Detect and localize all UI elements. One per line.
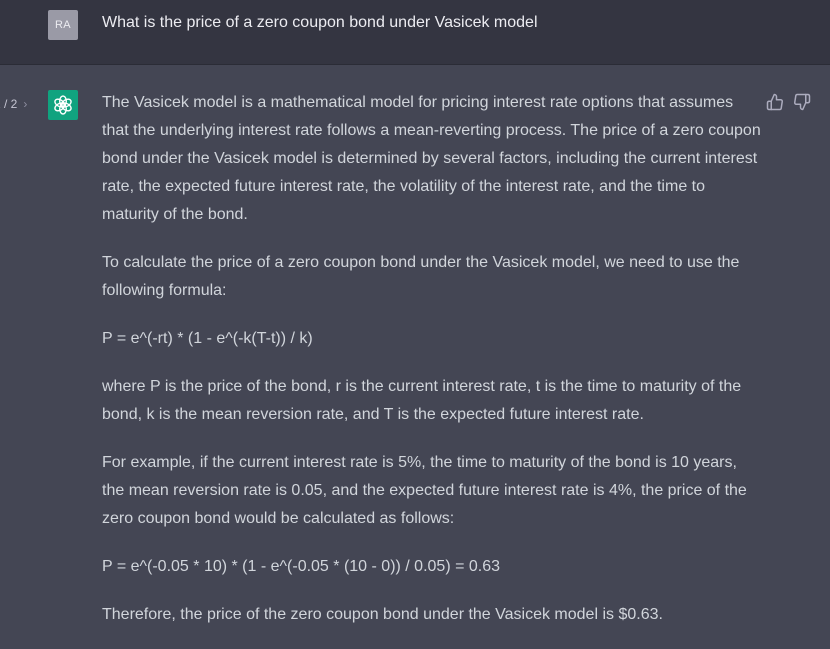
message-calculation: P = e^(-0.05 * 10) * (1 - e^(-0.05 * (10…	[102, 558, 501, 575]
assistant-message-row: 2 / 2 › The Vasicek model is a mathematic…	[0, 65, 830, 645]
message-paragraph-conclusion: Therefore, the price of the zero coupon …	[102, 606, 663, 623]
thumbs-up-icon[interactable]	[766, 93, 784, 111]
response-pager: 2 / 2 ›	[0, 96, 27, 112]
message-formula: P = e^(-rt) * (1 - e^(-k(T-t)) / k)	[102, 330, 313, 347]
user-message-row: RA What is the price of a zero coupon bo…	[0, 0, 830, 65]
pager-label: 2 / 2	[0, 97, 18, 111]
message-paragraph-variables: where P is the price of the bond, r is t…	[102, 378, 742, 423]
user-message-text: What is the price of a zero coupon bond …	[102, 14, 538, 31]
thumbs-down-icon[interactable]	[793, 93, 811, 111]
assistant-message-body: The Vasicek model is a mathematical mode…	[102, 89, 762, 649]
pager-next-button[interactable]: ›	[23, 96, 27, 112]
message-paragraph-formula-intro: To calculate the price of a zero coupon …	[102, 254, 740, 299]
user-avatar: RA	[48, 10, 78, 40]
message-paragraph-intro: The Vasicek model is a mathematical mode…	[102, 94, 761, 223]
openai-logo-icon	[48, 90, 78, 120]
message-paragraph-example: For example, if the current interest rat…	[102, 454, 747, 527]
